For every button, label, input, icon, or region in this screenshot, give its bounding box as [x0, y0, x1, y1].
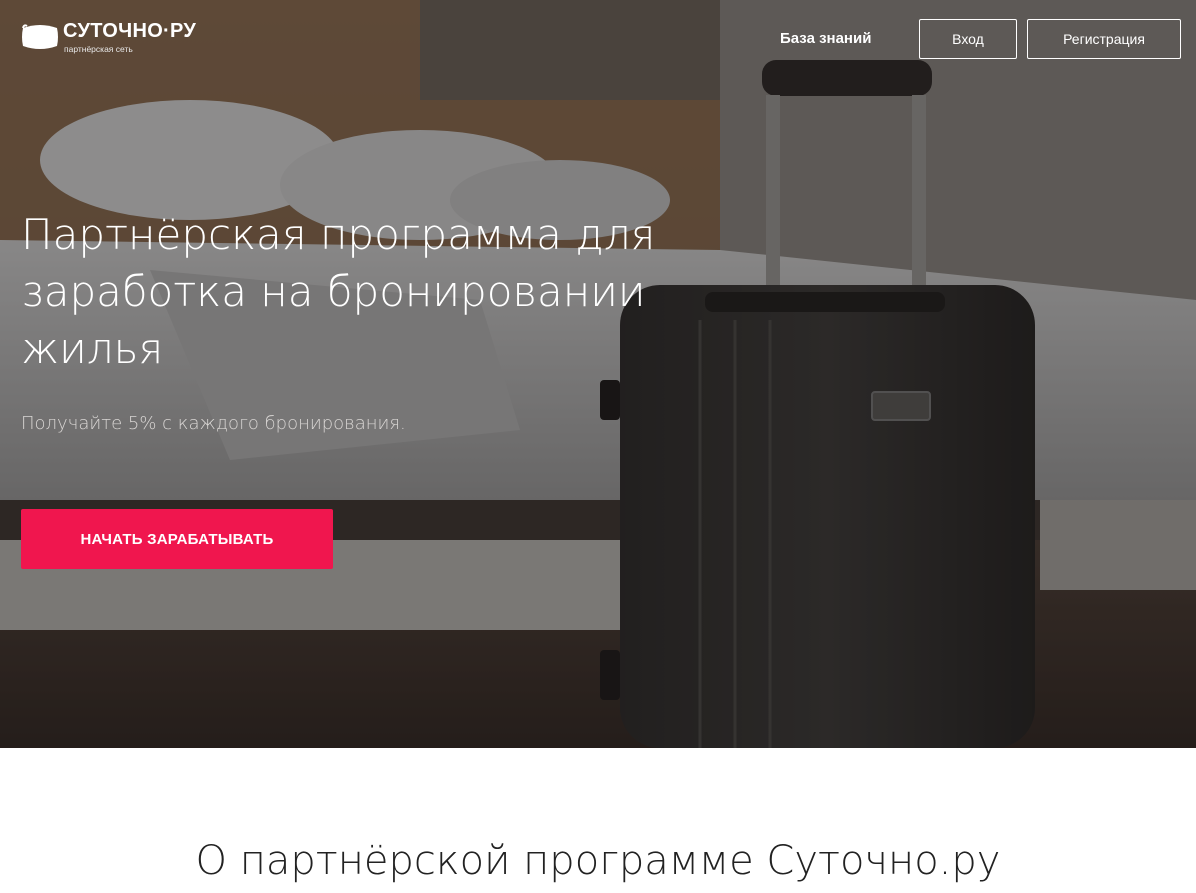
about-section-title: О партнёрской программе Суточно.ру: [195, 838, 1001, 884]
register-button[interactable]: Регистрация: [1027, 19, 1181, 59]
knowledge-base-link[interactable]: База знаний: [780, 30, 871, 47]
hero-subtitle: Получайте 5% с каждого бронирования.: [21, 413, 406, 434]
hero-title: Партнёрская программа для заработка на б…: [21, 210, 656, 373]
logo-pillow-icon: [22, 24, 58, 49]
logo-subtitle: партнёрская сеть: [64, 44, 133, 54]
hero-section: СУТОЧНО·РУ партнёрская сеть База знаний …: [0, 0, 1196, 748]
logo[interactable]: СУТОЧНО·РУ партнёрская сеть: [21, 20, 211, 54]
login-button[interactable]: Вход: [919, 19, 1017, 59]
start-earning-button[interactable]: НАЧАТЬ ЗАРАБАТЫВАТЬ: [21, 509, 333, 569]
logo-title: СУТОЧНО·РУ: [63, 20, 197, 42]
